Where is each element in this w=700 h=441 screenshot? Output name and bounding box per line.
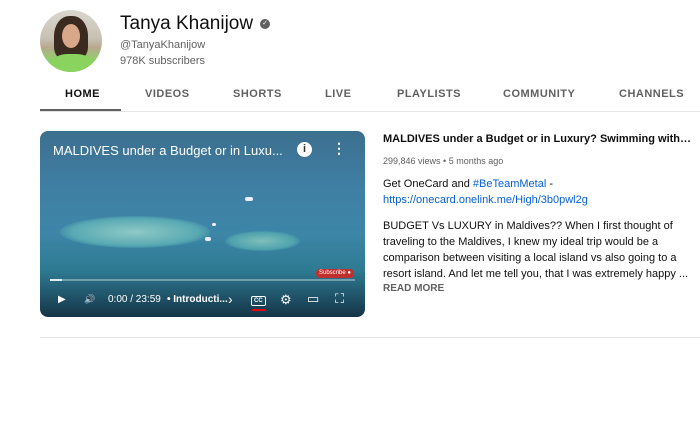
video-frame-reef bbox=[225, 231, 300, 251]
video-frame-boat bbox=[205, 237, 211, 241]
tab-channels[interactable]: CHANNELS bbox=[619, 88, 684, 100]
video-title[interactable]: MALDIVES under a Budget or in Luxury? Sw… bbox=[383, 133, 693, 145]
progress-buffered bbox=[50, 279, 62, 281]
hashtag-link[interactable]: #BeTeamMetal bbox=[473, 178, 546, 190]
player-title[interactable]: MALDIVES under a Budget or in Luxu... bbox=[53, 143, 283, 158]
section-divider bbox=[40, 337, 700, 338]
avatar-clothing bbox=[50, 54, 94, 72]
progress-bar[interactable] bbox=[50, 279, 355, 281]
video-frame-reef bbox=[60, 216, 210, 248]
avatar-face bbox=[62, 24, 80, 48]
video-player[interactable]: MALDIVES under a Budget or in Luxu... i … bbox=[40, 131, 365, 317]
video-frame-boat bbox=[212, 223, 216, 226]
promo-link[interactable]: https://onecard.onelink.me/High/3b0pwl2g bbox=[383, 194, 588, 206]
promo-prefix: Get OneCard and bbox=[383, 178, 473, 190]
chapter-title[interactable]: • Introducti... bbox=[167, 294, 228, 305]
cast-icon[interactable]: ▭ bbox=[307, 291, 319, 307]
promo-text: Get OneCard and #BeTeamMetal - https://o… bbox=[383, 176, 693, 208]
chapter-arrow-icon[interactable]: › bbox=[228, 291, 233, 307]
more-options-icon[interactable]: ⋮ bbox=[332, 140, 346, 157]
channel-avatar[interactable] bbox=[40, 10, 102, 72]
tab-community[interactable]: COMMUNITY bbox=[503, 88, 575, 100]
subscribe-watermark[interactable]: Subscribe ● bbox=[316, 269, 354, 278]
player-controls: ▶ 🔊 0:00 / 23:59 • Introducti... › CC ⚙ … bbox=[40, 289, 365, 313]
channel-name-text: Tanya Khanijow bbox=[120, 13, 254, 34]
channel-handle: @TanyaKhanijow bbox=[120, 39, 206, 51]
channel-name: Tanya Khanijow ✓ bbox=[120, 13, 271, 35]
volume-icon[interactable]: 🔊 bbox=[84, 294, 95, 305]
video-frame-boat bbox=[245, 197, 253, 201]
tab-home[interactable]: HOME bbox=[65, 88, 100, 100]
video-description: BUDGET Vs LUXURY in Maldives?? When I fi… bbox=[383, 220, 689, 280]
verified-icon: ✓ bbox=[260, 19, 271, 29]
channel-tabs: HOME VIDEOS SHORTS LIVE PLAYLISTS COMMUN… bbox=[40, 80, 700, 112]
subscriber-count: 978K subscribers bbox=[120, 55, 205, 67]
captions-active-indicator bbox=[252, 309, 266, 311]
captions-icon[interactable]: CC bbox=[251, 296, 266, 306]
tab-shorts[interactable]: SHORTS bbox=[233, 88, 282, 100]
fullscreen-icon[interactable]: ⛶ bbox=[335, 291, 344, 307]
read-more-button[interactable]: READ MORE bbox=[383, 283, 693, 294]
tab-live[interactable]: LIVE bbox=[325, 88, 351, 100]
play-icon[interactable]: ▶ bbox=[58, 294, 66, 305]
active-tab-indicator bbox=[40, 109, 121, 111]
tab-videos[interactable]: VIDEOS bbox=[145, 88, 190, 100]
video-meta: 299,846 views • 5 months ago bbox=[383, 156, 504, 166]
promo-suffix: - bbox=[546, 178, 553, 190]
time-display: 0:00 / 23:59 bbox=[108, 294, 161, 305]
settings-icon[interactable]: ⚙ bbox=[280, 292, 292, 308]
tab-playlists[interactable]: PLAYLISTS bbox=[397, 88, 461, 100]
video-details: MALDIVES under a Budget or in Luxury? Sw… bbox=[383, 133, 693, 294]
info-icon[interactable]: i bbox=[297, 142, 312, 157]
